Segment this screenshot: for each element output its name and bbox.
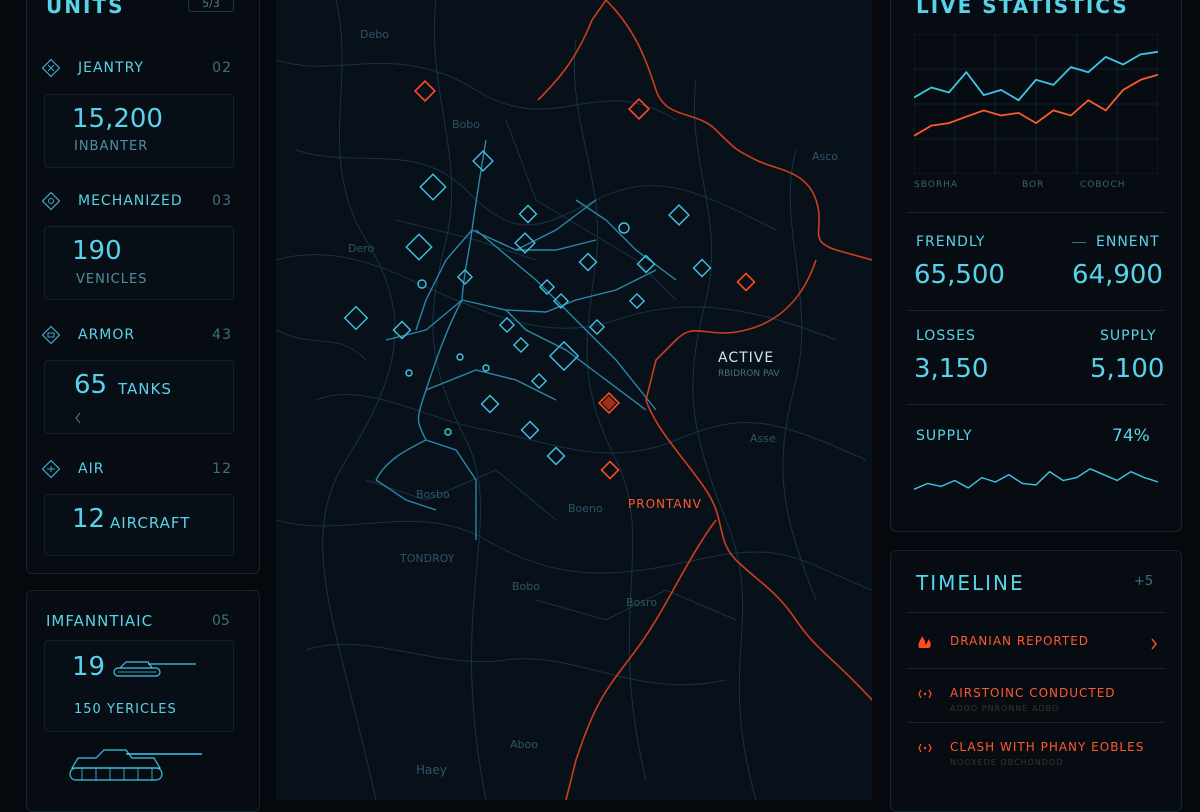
air-value: 12	[72, 504, 106, 534]
dash-divider	[1072, 242, 1086, 243]
air-icon	[42, 460, 60, 478]
chevron-right-icon[interactable]	[1150, 638, 1158, 650]
category-count: 02	[212, 60, 232, 76]
timeline-item-text: AIRSTOINC CONDUCTED	[950, 686, 1116, 700]
active-front-label: ACTIVE	[718, 350, 774, 366]
place-label: Bosro	[626, 596, 657, 609]
place-label: Debo	[360, 28, 389, 41]
detail-value: 19	[72, 652, 106, 682]
place-label: Dero	[348, 242, 375, 255]
front-line-label: PRONTANV	[628, 497, 702, 511]
place-label: Boeno	[568, 502, 603, 515]
place-label: Asse	[750, 432, 776, 445]
place-label: Asco	[812, 150, 838, 163]
timeline-count-badge: +5	[1134, 574, 1154, 589]
map-canvas[interactable]: ACTIVE RBIDRON PAV PRONTANV Debo Bobo De…	[276, 0, 872, 800]
supply-value: 5,100	[1090, 354, 1165, 384]
detail-count: 05	[212, 613, 230, 629]
mechanized-value: 190	[72, 236, 122, 266]
supply-percent-label: SUPPLY	[916, 428, 973, 444]
divider	[908, 404, 1164, 405]
supply-sparkline-line	[914, 468, 1158, 490]
unit-category-air[interactable]: AIR 12	[42, 460, 232, 480]
unit-category-infantry[interactable]: JEANTRY 02	[42, 59, 232, 79]
place-label: Aboo	[510, 738, 538, 751]
active-front-sublabel: RBIDRON PAV	[718, 369, 780, 379]
place-label: Bosbo	[416, 488, 450, 501]
air-unit: AIRCRAFT	[110, 514, 191, 532]
supply-label: SUPPLY	[1100, 328, 1157, 344]
category-label: AIR	[78, 461, 105, 477]
supply-percent-value: 74%	[1112, 426, 1150, 446]
divider	[908, 212, 1164, 213]
losses-value: 3,150	[914, 354, 989, 384]
enemy-value: 64,900	[1072, 260, 1163, 290]
place-label: TONDROY	[399, 552, 455, 565]
timeline-item-sub: ADOO PNRONNE ADBO	[950, 704, 1060, 713]
place-label: Bobo	[512, 580, 540, 593]
friendly-value: 65,500	[914, 260, 1005, 290]
category-label: ARMOR	[78, 327, 136, 343]
category-count: 43	[212, 327, 232, 343]
enemy-label: ENNENT	[1096, 234, 1160, 250]
diamond-icon	[918, 743, 932, 753]
legend-item: SBORHA	[914, 180, 958, 190]
detail-sublabel: 150 YERICLES	[74, 702, 177, 717]
battlefield-map[interactable]: ACTIVE RBIDRON PAV PRONTANV Debo Bobo De…	[276, 0, 872, 800]
tank-icon	[113, 661, 196, 677]
timeline-item[interactable]: AIRSTOINC CONDUCTED ADOO PNRONNE ADBO	[916, 686, 1160, 726]
divider	[908, 722, 1164, 723]
timeline-item[interactable]: CLASH WITH PHANY EOBLES NOOXEDE OBCHONDO…	[916, 740, 1160, 780]
legend-item: COBOCH	[1080, 180, 1126, 190]
unit-category-mechanized[interactable]: MECHANIZED 03	[42, 192, 232, 212]
detail-title: IMFANNTIAIC	[46, 612, 154, 630]
units-panel-title: UNITS	[46, 0, 125, 18]
place-label: Bobo	[452, 118, 480, 131]
category-count: 12	[212, 461, 232, 477]
armor-value: 65	[74, 370, 108, 400]
armor-icon	[42, 326, 60, 344]
divider	[908, 310, 1164, 311]
timeline-item-sub: NOOXEDE OBCHONDOD	[950, 758, 1064, 767]
place-label: Haey	[416, 763, 447, 777]
infantry-sublabel: INBANTER	[74, 139, 149, 154]
unit-category-armor[interactable]: ARMOR 43	[42, 326, 232, 346]
divider	[908, 612, 1164, 613]
mechanized-sublabel: VENICLES	[76, 272, 148, 287]
flame-icon	[918, 636, 931, 648]
chevron-left-icon[interactable]	[74, 412, 82, 424]
timeline-item-text: DRANIAN REPORTED	[950, 634, 1090, 648]
tank-silhouette-icon	[69, 749, 202, 781]
infantry-value: 15,200	[72, 104, 163, 134]
timeline-item-text: CLASH WITH PHANY EOBLES	[950, 740, 1145, 754]
infantry-icon	[42, 59, 60, 77]
legend-item: BOR	[1022, 180, 1045, 190]
diamond-icon	[918, 689, 932, 699]
units-count-badge: 5/3	[188, 0, 234, 12]
armor-unit: TANKS	[118, 380, 172, 398]
category-label: MECHANIZED	[78, 193, 183, 209]
mechanized-icon	[42, 192, 60, 210]
category-label: JEANTRY	[78, 60, 144, 76]
losses-label: LOSSES	[916, 328, 976, 344]
timeline-title: TIMELINE	[916, 571, 1025, 595]
category-count: 03	[212, 193, 232, 209]
live-stats-chart	[914, 34, 1158, 174]
supply-sparkline	[914, 468, 1158, 490]
friendly-label: FRENDLY	[916, 234, 986, 250]
live-stats-title: LIVE STATISTICS	[916, 0, 1129, 18]
divider	[908, 668, 1164, 669]
